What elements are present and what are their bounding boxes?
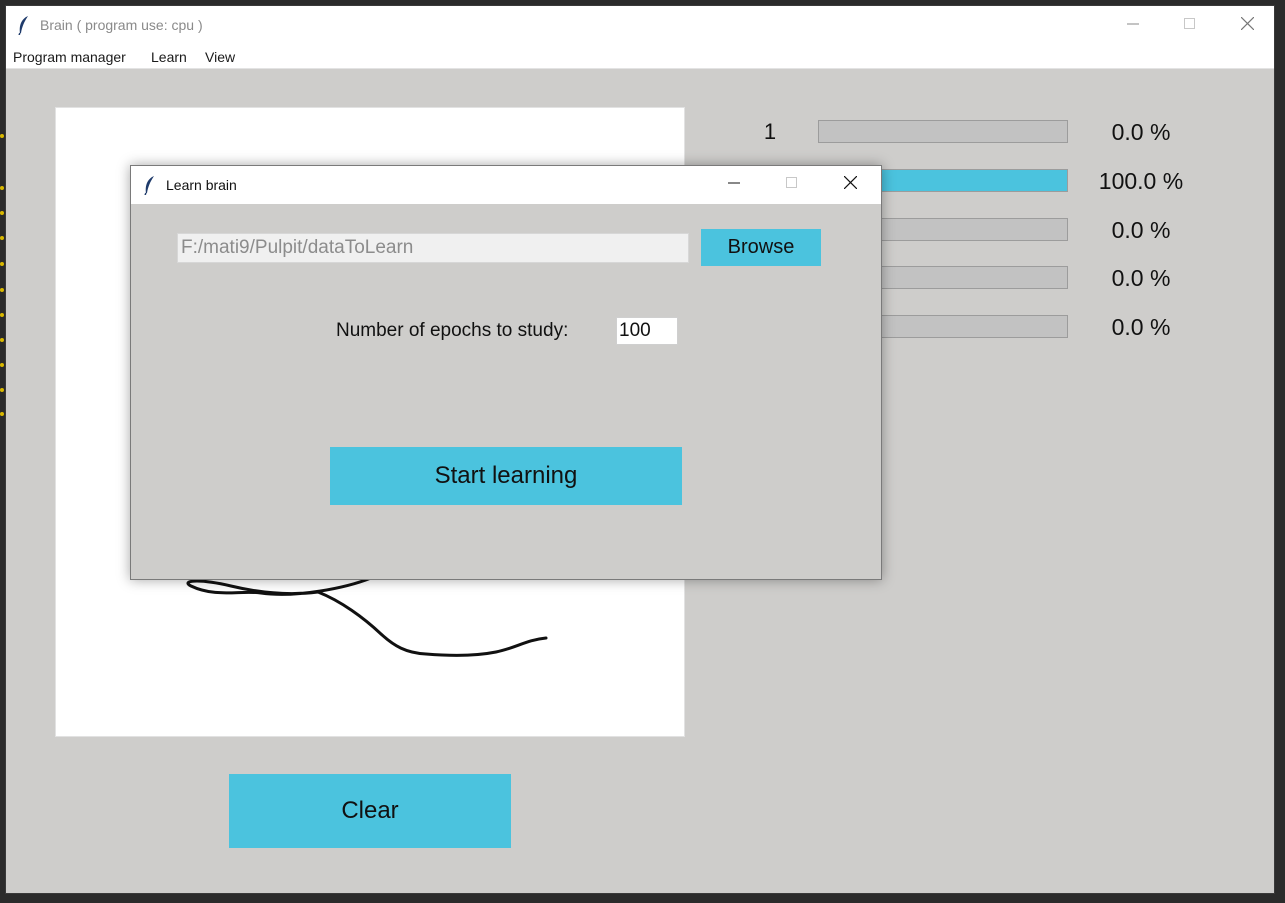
- prediction-row: 1 0.0 %: [746, 119, 1206, 145]
- menu-view[interactable]: View: [205, 49, 235, 65]
- menu-bar: Program manager Learn View: [6, 45, 1274, 69]
- dialog-title: Learn brain: [166, 177, 237, 193]
- prediction-percent: 100.0 %: [1098, 168, 1184, 194]
- close-button[interactable]: [1219, 6, 1276, 45]
- close-icon: [843, 175, 857, 194]
- minimize-button[interactable]: [1104, 6, 1161, 45]
- epochs-label: Number of epochs to study:: [336, 320, 569, 341]
- epochs-field[interactable]: [616, 317, 678, 345]
- minimize-icon: [1126, 17, 1139, 35]
- learn-brain-dialog: Learn brain Browse Number of epochs to s…: [130, 165, 882, 580]
- maximize-button[interactable]: [1161, 6, 1218, 45]
- feather-icon: [144, 175, 156, 200]
- dialog-minimize-button[interactable]: [705, 166, 763, 204]
- window-title: Brain ( program use: cpu ): [40, 17, 203, 33]
- prediction-percent: 0.0 %: [1111, 217, 1171, 243]
- prediction-percent: 0.0 %: [1111, 314, 1171, 340]
- dialog-close-button[interactable]: [821, 166, 879, 204]
- maximize-icon: [786, 176, 798, 194]
- main-titlebar[interactable]: Brain ( program use: cpu ): [6, 6, 1274, 45]
- maximize-icon: [1183, 17, 1196, 35]
- dialog-maximize-button[interactable]: [763, 166, 821, 204]
- dialog-titlebar[interactable]: Learn brain: [131, 166, 881, 204]
- menu-program-manager[interactable]: Program manager: [13, 49, 126, 65]
- prediction-bar: [818, 120, 1068, 143]
- close-icon: [1240, 16, 1255, 35]
- minimize-icon: [728, 176, 740, 194]
- data-path-field[interactable]: [177, 233, 689, 263]
- browse-button[interactable]: Browse: [701, 229, 821, 266]
- prediction-label: 1: [763, 119, 777, 144]
- menu-learn[interactable]: Learn: [151, 49, 187, 65]
- prediction-percent: 0.0 %: [1111, 119, 1171, 145]
- start-learning-button[interactable]: Start learning: [330, 447, 682, 505]
- clear-button[interactable]: Clear: [229, 774, 511, 848]
- feather-icon: [18, 15, 30, 40]
- prediction-percent: 0.0 %: [1111, 265, 1171, 291]
